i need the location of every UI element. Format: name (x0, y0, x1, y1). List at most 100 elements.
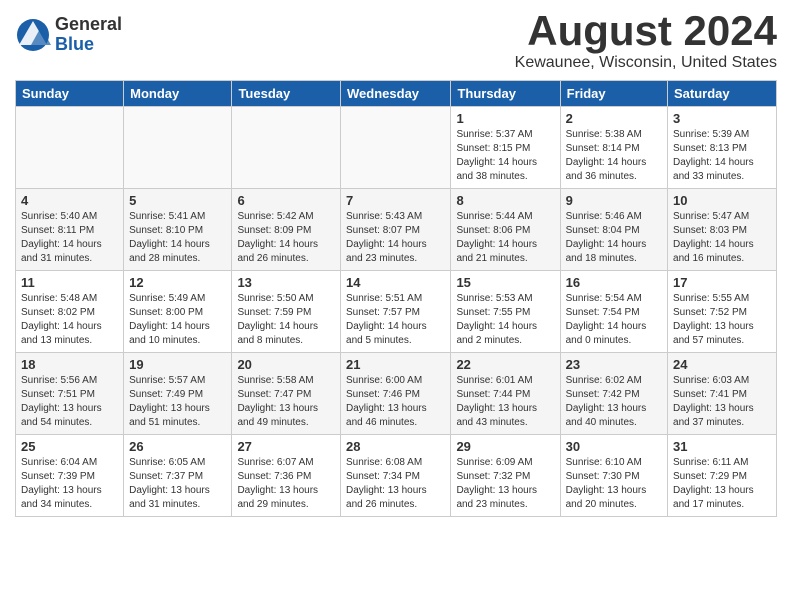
day-info: Sunrise: 5:49 AM Sunset: 8:00 PM Dayligh… (129, 292, 226, 348)
weekday-header-sunday: Sunday (16, 81, 124, 107)
weekday-header-friday: Friday (560, 81, 667, 107)
day-info: Sunrise: 6:09 AM Sunset: 7:32 PM Dayligh… (456, 456, 554, 512)
day-info: Sunrise: 5:51 AM Sunset: 7:57 PM Dayligh… (346, 292, 445, 348)
day-info: Sunrise: 5:43 AM Sunset: 8:07 PM Dayligh… (346, 210, 445, 266)
location-subtitle: Kewaunee, Wisconsin, United States (515, 54, 777, 72)
day-number: 2 (566, 111, 662, 126)
calendar-day-cell: 8 Sunrise: 5:44 AM Sunset: 8:06 PM Daylig… (451, 189, 560, 271)
day-number: 9 (566, 193, 662, 208)
calendar-day-cell: 12 Sunrise: 5:49 AM Sunset: 8:00 PM Dayli… (124, 271, 232, 353)
day-number: 6 (237, 193, 335, 208)
calendar-week-row: 25 Sunrise: 6:04 AM Sunset: 7:39 PM Dayli… (16, 435, 777, 517)
day-number: 13 (237, 275, 335, 290)
calendar-day-cell (232, 107, 341, 189)
calendar-day-cell: 27 Sunrise: 6:07 AM Sunset: 7:36 PM Dayli… (232, 435, 341, 517)
calendar-header-row: SundayMondayTuesdayWednesdayThursdayFrid… (16, 81, 777, 107)
day-number: 21 (346, 357, 445, 372)
day-info: Sunrise: 6:04 AM Sunset: 7:39 PM Dayligh… (21, 456, 118, 512)
day-number: 30 (566, 439, 662, 454)
calendar-day-cell (16, 107, 124, 189)
day-number: 25 (21, 439, 118, 454)
calendar-day-cell: 6 Sunrise: 5:42 AM Sunset: 8:09 PM Daylig… (232, 189, 341, 271)
day-info: Sunrise: 5:46 AM Sunset: 8:04 PM Dayligh… (566, 210, 662, 266)
calendar-day-cell: 10 Sunrise: 5:47 AM Sunset: 8:03 PM Dayli… (668, 189, 777, 271)
calendar-week-row: 4Sunrise: 5:40 AM Sunset: 8:11 PM Daylig… (16, 189, 777, 271)
calendar-day-cell: 9 Sunrise: 5:46 AM Sunset: 8:04 PM Daylig… (560, 189, 667, 271)
calendar-day-cell: 14 Sunrise: 5:51 AM Sunset: 7:57 PM Dayli… (341, 271, 451, 353)
calendar-day-cell: 31Sunrise: 6:11 AM Sunset: 7:29 PM Dayli… (668, 435, 777, 517)
day-number: 5 (129, 193, 226, 208)
day-info: Sunrise: 5:50 AM Sunset: 7:59 PM Dayligh… (237, 292, 335, 348)
day-info: Sunrise: 5:41 AM Sunset: 8:10 PM Dayligh… (129, 210, 226, 266)
calendar-week-row: 1Sunrise: 5:37 AM Sunset: 8:15 PM Daylig… (16, 107, 777, 189)
calendar-day-cell: 26 Sunrise: 6:05 AM Sunset: 7:37 PM Dayli… (124, 435, 232, 517)
day-number: 8 (456, 193, 554, 208)
day-info: Sunrise: 6:05 AM Sunset: 7:37 PM Dayligh… (129, 456, 226, 512)
day-number: 17 (673, 275, 771, 290)
day-info: Sunrise: 5:40 AM Sunset: 8:11 PM Dayligh… (21, 210, 118, 266)
calendar-day-cell: 13 Sunrise: 5:50 AM Sunset: 7:59 PM Dayli… (232, 271, 341, 353)
weekday-header-monday: Monday (124, 81, 232, 107)
weekday-header-wednesday: Wednesday (341, 81, 451, 107)
calendar-day-cell: 3Sunrise: 5:39 AM Sunset: 8:13 PM Daylig… (668, 107, 777, 189)
calendar-day-cell: 18 Sunrise: 5:56 AM Sunset: 7:51 PM Dayli… (16, 353, 124, 435)
day-number: 12 (129, 275, 226, 290)
day-number: 10 (673, 193, 771, 208)
day-info: Sunrise: 6:10 AM Sunset: 7:30 PM Dayligh… (566, 456, 662, 512)
calendar-day-cell: 16Sunrise: 5:54 AM Sunset: 7:54 PM Dayli… (560, 271, 667, 353)
calendar-day-cell: 29 Sunrise: 6:09 AM Sunset: 7:32 PM Dayli… (451, 435, 560, 517)
logo: General Blue (15, 15, 122, 55)
day-info: Sunrise: 6:00 AM Sunset: 7:46 PM Dayligh… (346, 374, 445, 430)
calendar-day-cell: 5 Sunrise: 5:41 AM Sunset: 8:10 PM Daylig… (124, 189, 232, 271)
calendar-day-cell (124, 107, 232, 189)
logo-general-text: General (55, 15, 122, 35)
calendar-day-cell: 17 Sunrise: 5:55 AM Sunset: 7:52 PM Dayli… (668, 271, 777, 353)
day-info: Sunrise: 6:01 AM Sunset: 7:44 PM Dayligh… (456, 374, 554, 430)
day-info: Sunrise: 5:47 AM Sunset: 8:03 PM Dayligh… (673, 210, 771, 266)
calendar-day-cell: 19 Sunrise: 5:57 AM Sunset: 7:49 PM Dayli… (124, 353, 232, 435)
calendar-table: SundayMondayTuesdayWednesdayThursdayFrid… (15, 80, 777, 517)
day-number: 7 (346, 193, 445, 208)
day-number: 19 (129, 357, 226, 372)
day-info: Sunrise: 5:58 AM Sunset: 7:47 PM Dayligh… (237, 374, 335, 430)
calendar-day-cell: 24 Sunrise: 6:03 AM Sunset: 7:41 PM Dayli… (668, 353, 777, 435)
logo-icon (15, 17, 51, 53)
calendar-day-cell: 22Sunrise: 6:01 AM Sunset: 7:44 PM Dayli… (451, 353, 560, 435)
day-number: 1 (456, 111, 554, 126)
calendar-day-cell: 21 Sunrise: 6:00 AM Sunset: 7:46 PM Dayli… (341, 353, 451, 435)
day-number: 28 (346, 439, 445, 454)
day-info: Sunrise: 5:48 AM Sunset: 8:02 PM Dayligh… (21, 292, 118, 348)
day-number: 18 (21, 357, 118, 372)
day-number: 3 (673, 111, 771, 126)
day-number: 16 (566, 275, 662, 290)
calendar-day-cell: 23 Sunrise: 6:02 AM Sunset: 7:42 PM Dayli… (560, 353, 667, 435)
calendar-day-cell: 4Sunrise: 5:40 AM Sunset: 8:11 PM Daylig… (16, 189, 124, 271)
weekday-header-saturday: Saturday (668, 81, 777, 107)
day-info: Sunrise: 5:42 AM Sunset: 8:09 PM Dayligh… (237, 210, 335, 266)
day-info: Sunrise: 5:55 AM Sunset: 7:52 PM Dayligh… (673, 292, 771, 348)
calendar-day-cell: 7 Sunrise: 5:43 AM Sunset: 8:07 PM Daylig… (341, 189, 451, 271)
day-number: 20 (237, 357, 335, 372)
calendar-day-cell: 28Sunrise: 6:08 AM Sunset: 7:34 PM Dayli… (341, 435, 451, 517)
calendar-day-cell: 11 Sunrise: 5:48 AM Sunset: 8:02 PM Dayli… (16, 271, 124, 353)
day-number: 24 (673, 357, 771, 372)
calendar-week-row: 11 Sunrise: 5:48 AM Sunset: 8:02 PM Dayli… (16, 271, 777, 353)
day-number: 26 (129, 439, 226, 454)
day-info: Sunrise: 6:07 AM Sunset: 7:36 PM Dayligh… (237, 456, 335, 512)
day-number: 11 (21, 275, 118, 290)
day-number: 14 (346, 275, 445, 290)
calendar-week-row: 18 Sunrise: 5:56 AM Sunset: 7:51 PM Dayli… (16, 353, 777, 435)
day-number: 27 (237, 439, 335, 454)
calendar-day-cell: 20 Sunrise: 5:58 AM Sunset: 7:47 PM Dayli… (232, 353, 341, 435)
day-info: Sunrise: 5:38 AM Sunset: 8:14 PM Dayligh… (566, 128, 662, 184)
day-info: Sunrise: 5:44 AM Sunset: 8:06 PM Dayligh… (456, 210, 554, 266)
day-info: Sunrise: 6:03 AM Sunset: 7:41 PM Dayligh… (673, 374, 771, 430)
day-number: 29 (456, 439, 554, 454)
day-number: 23 (566, 357, 662, 372)
calendar-day-cell (341, 107, 451, 189)
day-info: Sunrise: 5:57 AM Sunset: 7:49 PM Dayligh… (129, 374, 226, 430)
day-info: Sunrise: 5:56 AM Sunset: 7:51 PM Dayligh… (21, 374, 118, 430)
calendar-day-cell: 25 Sunrise: 6:04 AM Sunset: 7:39 PM Dayli… (16, 435, 124, 517)
day-info: Sunrise: 6:02 AM Sunset: 7:42 PM Dayligh… (566, 374, 662, 430)
day-info: Sunrise: 6:11 AM Sunset: 7:29 PM Dayligh… (673, 456, 771, 512)
